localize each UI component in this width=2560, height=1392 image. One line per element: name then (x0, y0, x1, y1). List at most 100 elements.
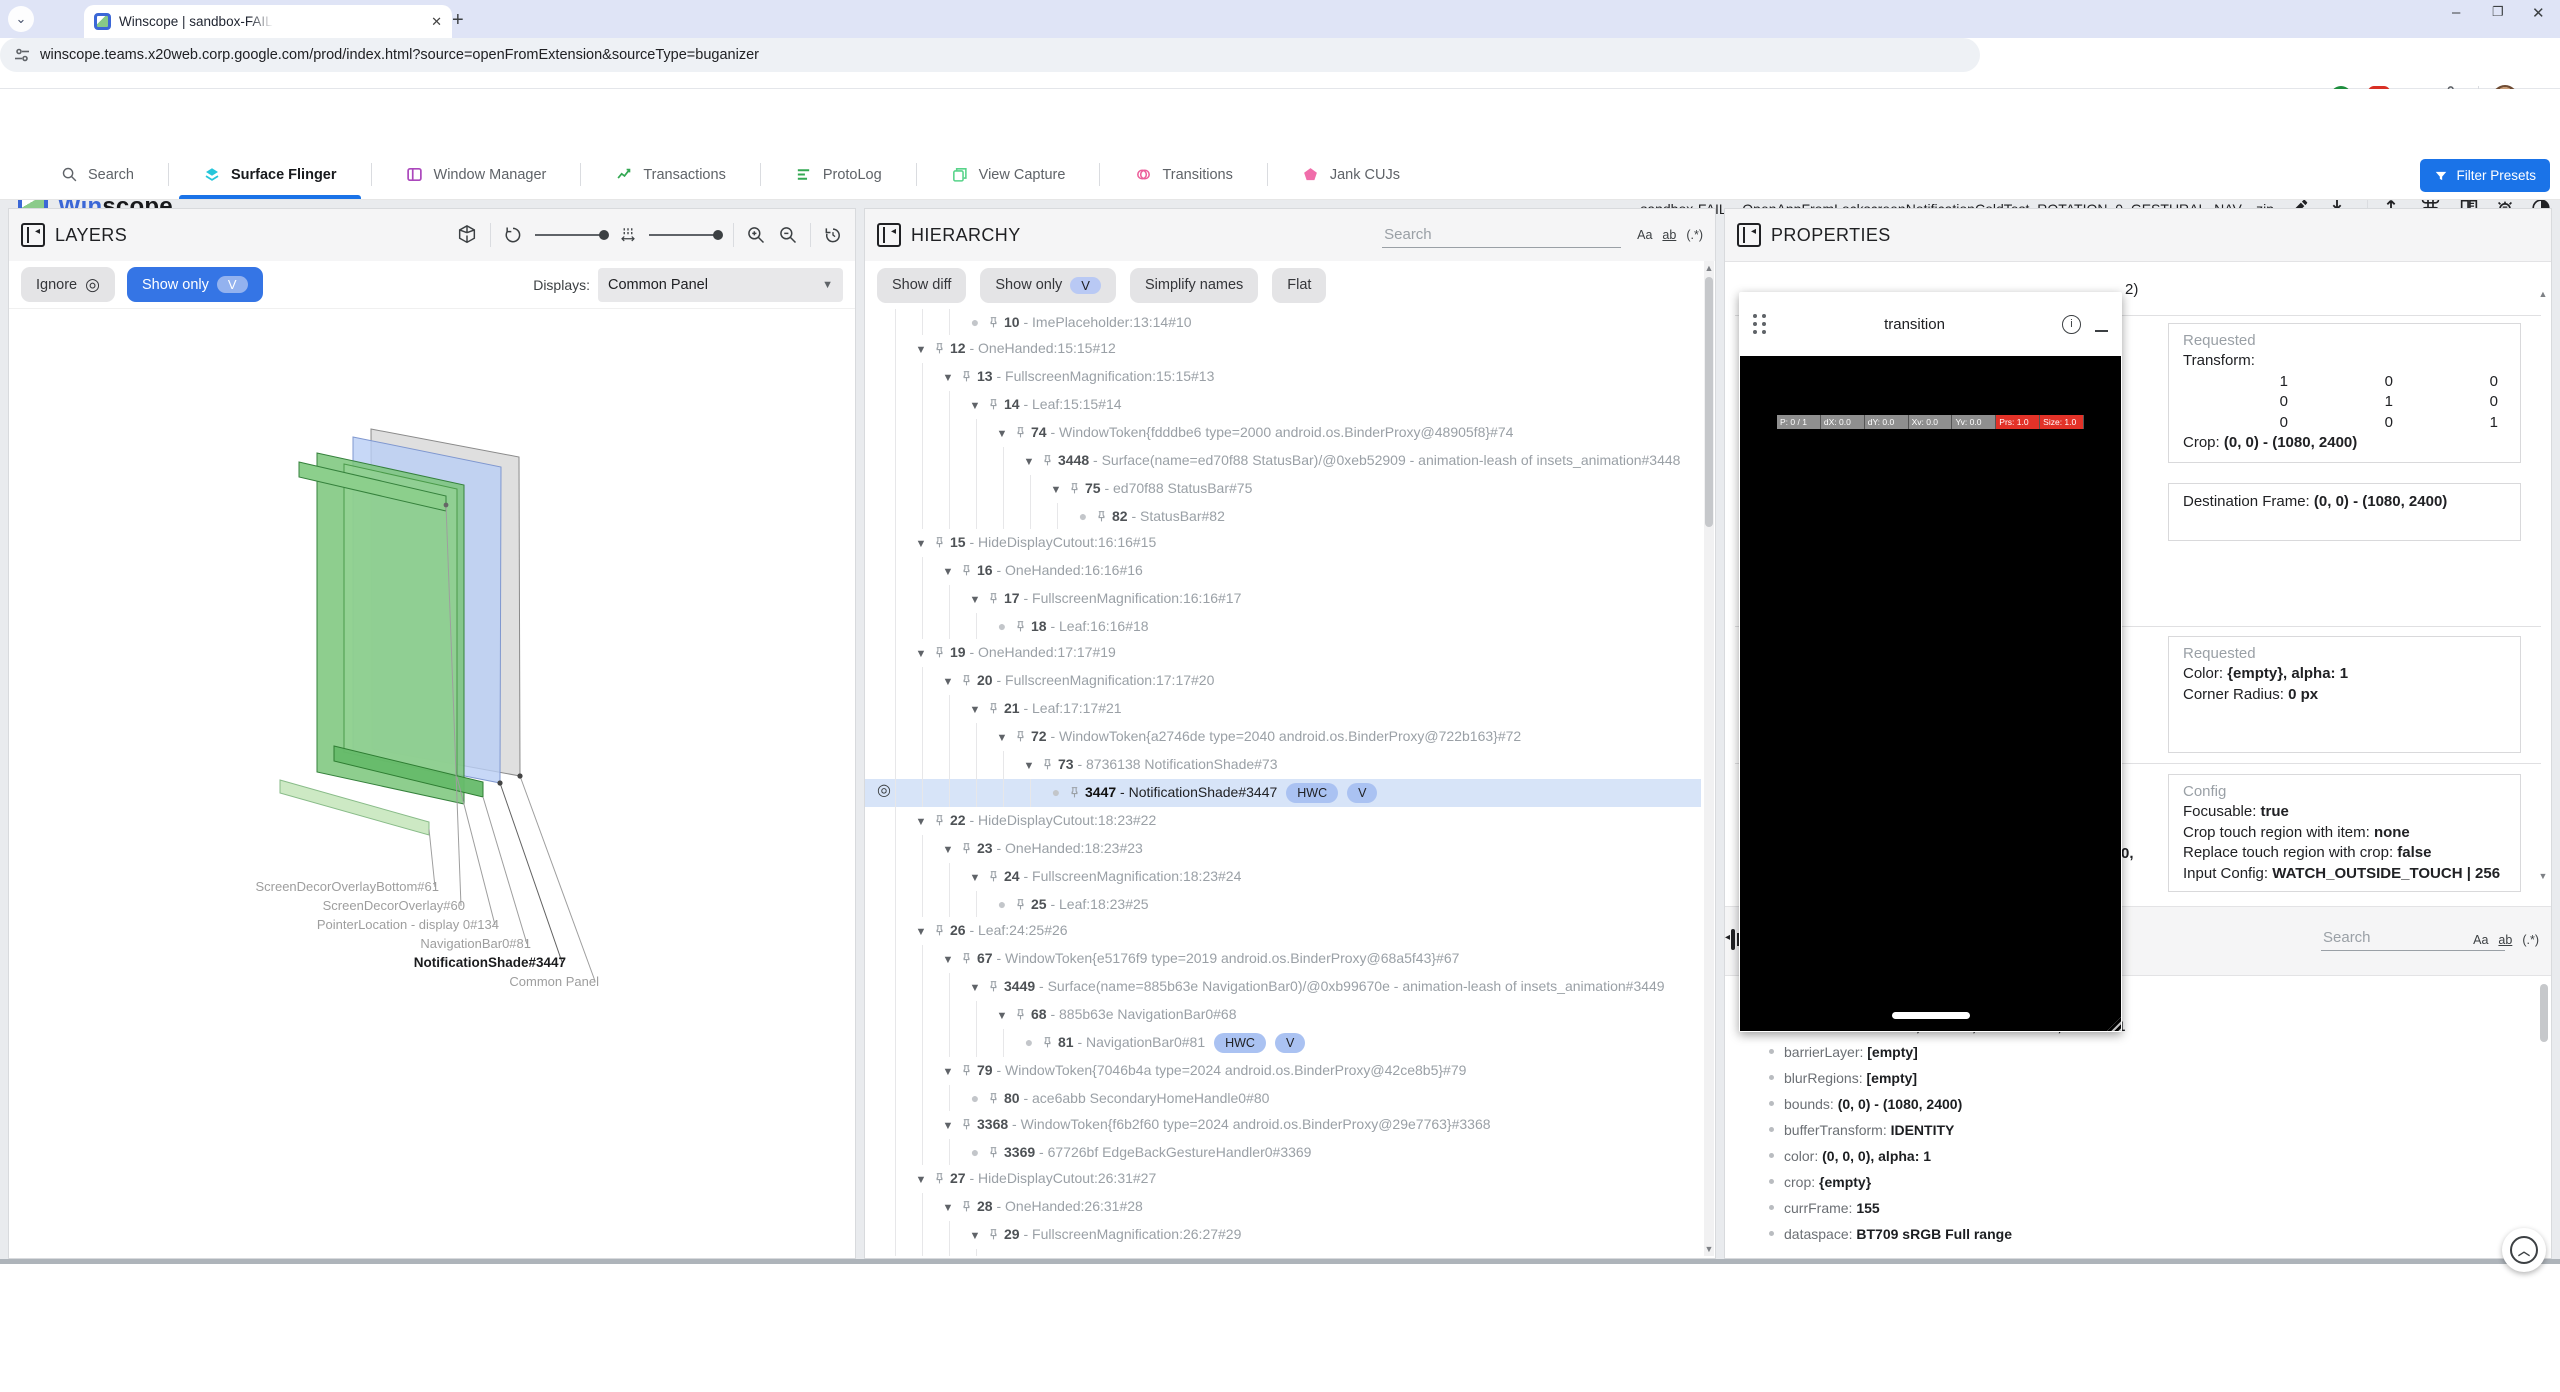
spacing-icon[interactable] (619, 226, 637, 244)
match-case-icon[interactable]: Aa (2473, 933, 2488, 947)
expand-arrow-icon[interactable]: ▼ (963, 701, 987, 719)
simplify-names-chip[interactable]: Simplify names (1130, 268, 1258, 303)
drag-handle-icon[interactable] (1753, 314, 1767, 334)
leaf-bullet-icon[interactable]: ● (1017, 1033, 1041, 1051)
layer-label[interactable]: PointerLocation - display 0#134 (317, 917, 499, 932)
tab-search-chevron-icon[interactable]: ⌄ (8, 6, 34, 32)
expand-arrow-icon[interactable]: ▼ (963, 397, 987, 415)
collapse-panel-icon[interactable] (1737, 223, 1761, 247)
property-row[interactable]: color: (0, 0, 0), alpha: 1 (1739, 1143, 2531, 1169)
layer-label[interactable]: ScreenDecorOverlayBottom#61 (255, 879, 439, 894)
tree-row-3449[interactable]: ▼3449 - Surface(name=885b63e NavigationB… (865, 973, 1701, 1001)
match-word-icon[interactable]: ab (1662, 228, 1676, 242)
tree-row-80[interactable]: ●80 - ace6abb SecondaryHomeHandle0#80 (865, 1085, 1701, 1111)
tree-row-74[interactable]: ▼74 - WindowToken{fdddbe6 type=2000 andr… (865, 419, 1701, 447)
tree-row-81[interactable]: ●81 - NavigationBar0#81HWCV (865, 1029, 1701, 1057)
filter-presets-button[interactable]: Filter Presets (2420, 159, 2550, 192)
tree-row-20[interactable]: ▼20 - FullscreenMagnification:17:17#20 (865, 667, 1701, 695)
tree-row-22[interactable]: ▼22 - HideDisplayCutout:18:23#22 (865, 807, 1701, 835)
leaf-bullet-icon[interactable]: ● (1044, 783, 1068, 801)
tree-row-24[interactable]: ▼24 - FullscreenMagnification:18:23#24 (865, 863, 1701, 891)
tab-window-manager[interactable]: Window Manager (372, 150, 581, 199)
tree-row-23[interactable]: ▼23 - OneHanded:18:23#23 (865, 835, 1701, 863)
tree-row-17[interactable]: ▼17 - FullscreenMagnification:16:16#17 (865, 585, 1701, 613)
tree-row-19[interactable]: ▼19 - OneHanded:17:17#19 (865, 639, 1701, 667)
tree-row-26[interactable]: ▼26 - Leaf:24:25#26 (865, 917, 1701, 945)
expand-arrow-icon[interactable]: ▼ (963, 1227, 987, 1245)
hierarchy-scrollbar[interactable]: ▲ ▼ (1704, 261, 1714, 1256)
rotate-icon[interactable] (503, 225, 523, 245)
property-row[interactable]: blurRegions: [empty] (1739, 1065, 2531, 1091)
expand-arrow-icon[interactable]: ▼ (990, 729, 1014, 747)
tree-row-3368[interactable]: ▼3368 - WindowToken{f6b2f60 type=2024 an… (865, 1111, 1701, 1139)
expand-arrow-icon[interactable]: ▼ (909, 923, 933, 941)
site-settings-icon[interactable] (14, 47, 30, 63)
visibility-icon[interactable]: ◎ (877, 782, 891, 800)
browser-tab[interactable]: Winscope | sandbox-FAIL ✕ (84, 5, 452, 38)
spacing-slider[interactable] (649, 234, 721, 236)
tree-row-73[interactable]: ▼73 - 8736138 NotificationShade#73 (865, 751, 1701, 779)
tree-row-3369[interactable]: ●3369 - 67726bf EdgeBackGestureHandler0#… (865, 1139, 1701, 1165)
tab-surface-flinger[interactable]: Surface Flinger (169, 150, 371, 199)
expand-arrow-icon[interactable]: ▼ (1017, 453, 1041, 471)
regex-icon[interactable]: (.*) (1686, 228, 1703, 242)
expand-arrow-icon[interactable]: ▼ (936, 563, 960, 581)
tree-row-3447[interactable]: ●3447 - NotificationShade#3447HWCV◎ (865, 779, 1701, 807)
tree-row-75[interactable]: ▼75 - ed70f88 StatusBar#75 (865, 475, 1701, 503)
show-only-chip[interactable]: Show onlyV (127, 267, 263, 302)
expand-arrow-icon[interactable]: ▼ (909, 813, 933, 831)
info-icon[interactable]: i (2062, 315, 2081, 334)
displays-select[interactable]: Common Panel▼ (598, 268, 843, 302)
match-case-icon[interactable]: Aa (1637, 228, 1652, 242)
leaf-bullet-icon[interactable]: ● (990, 1253, 1014, 1256)
layer-label[interactable]: ScreenDecorOverlay#60 (323, 898, 465, 913)
expand-arrow-icon[interactable]: ▼ (936, 841, 960, 859)
property-row[interactable]: crop: {empty} (1739, 1169, 2531, 1195)
transition-overlay-card[interactable]: transition i P: 0 / 1dX: 0.0dY: 0.0Xv: 0… (1739, 292, 2122, 1032)
tree-row-15[interactable]: ▼15 - HideDisplayCutout:16:16#15 (865, 529, 1701, 557)
match-word-icon[interactable]: ab (2498, 933, 2512, 947)
rotation-slider[interactable] (535, 234, 607, 236)
tab-protolog[interactable]: ProtoLog (761, 150, 916, 199)
leaf-bullet-icon[interactable]: ● (990, 895, 1014, 913)
hierarchy-search-input[interactable] (1382, 222, 1621, 248)
tab-search[interactable]: Search (26, 150, 168, 199)
tree-row-68[interactable]: ▼68 - 885b63e NavigationBar0#68 (865, 1001, 1701, 1029)
tree-row-29[interactable]: ▼29 - FullscreenMagnification:26:27#29 (865, 1221, 1701, 1249)
expand-arrow-icon[interactable]: ▼ (909, 535, 933, 553)
tree-row-18[interactable]: ●18 - Leaf:16:16#18 (865, 613, 1701, 639)
expand-arrow-icon[interactable]: ▼ (990, 425, 1014, 443)
properties-list-scrollbar[interactable] (2540, 984, 2548, 1042)
tree-row-28[interactable]: ▼28 - OneHanded:26:31#28 (865, 1193, 1701, 1221)
expand-arrow-icon[interactable]: ▼ (1044, 481, 1068, 499)
cube-3d-icon[interactable] (456, 224, 478, 246)
tab-transitions[interactable]: Transitions (1100, 150, 1266, 199)
url-bar[interactable]: winscope.teams.x20web.corp.google.com/pr… (0, 38, 1980, 72)
expand-arrow-icon[interactable]: ▼ (963, 979, 987, 997)
tree-row-72[interactable]: ▼72 - WindowToken{a2746de type=2040 andr… (865, 723, 1701, 751)
window-close-button[interactable]: ✕ (2532, 4, 2545, 22)
show-diff-chip[interactable]: Show diff (877, 268, 966, 303)
tree-row-3448[interactable]: ▼3448 - Surface(name=ed70f88 StatusBar)/… (865, 447, 1701, 475)
expand-arrow-icon[interactable]: ▼ (936, 1199, 960, 1217)
tree-row-10[interactable]: ●10 - ImePlaceholder:13:14#10 (865, 309, 1701, 335)
tree-row-14[interactable]: ▼14 - Leaf:15:15#14 (865, 391, 1701, 419)
tree-row-16[interactable]: ▼16 - OneHanded:16:16#16 (865, 557, 1701, 585)
collapse-panel-icon[interactable] (877, 223, 901, 247)
expand-arrow-icon[interactable]: ▼ (936, 1117, 960, 1135)
collapse-panel-icon[interactable] (1731, 929, 1735, 950)
flat-chip[interactable]: Flat (1272, 268, 1326, 303)
layer-label-selected[interactable]: NotificationShade#3447 (414, 955, 566, 970)
expand-arrow-icon[interactable]: ▼ (963, 869, 987, 887)
expand-arrow-icon[interactable]: ▼ (963, 591, 987, 609)
tree-row-67[interactable]: ▼67 - WindowToken{e5176f9 type=2019 andr… (865, 945, 1701, 973)
tab-close-icon[interactable]: ✕ (431, 14, 442, 30)
window-minimize-button[interactable]: – (2452, 4, 2460, 21)
leaf-bullet-icon[interactable]: ● (963, 313, 987, 331)
expand-arrow-icon[interactable]: ▼ (936, 369, 960, 387)
layer-label[interactable]: NavigationBar0#81 (420, 936, 531, 951)
property-row[interactable]: bufferTransform: IDENTITY (1739, 1117, 2531, 1143)
layers-3d-view[interactable]: ScreenDecorOverlayBottom#61 ScreenDecorO… (9, 309, 855, 1257)
ignore-chip[interactable]: Ignore◎ (21, 267, 115, 302)
leaf-bullet-icon[interactable]: ● (1071, 507, 1095, 525)
